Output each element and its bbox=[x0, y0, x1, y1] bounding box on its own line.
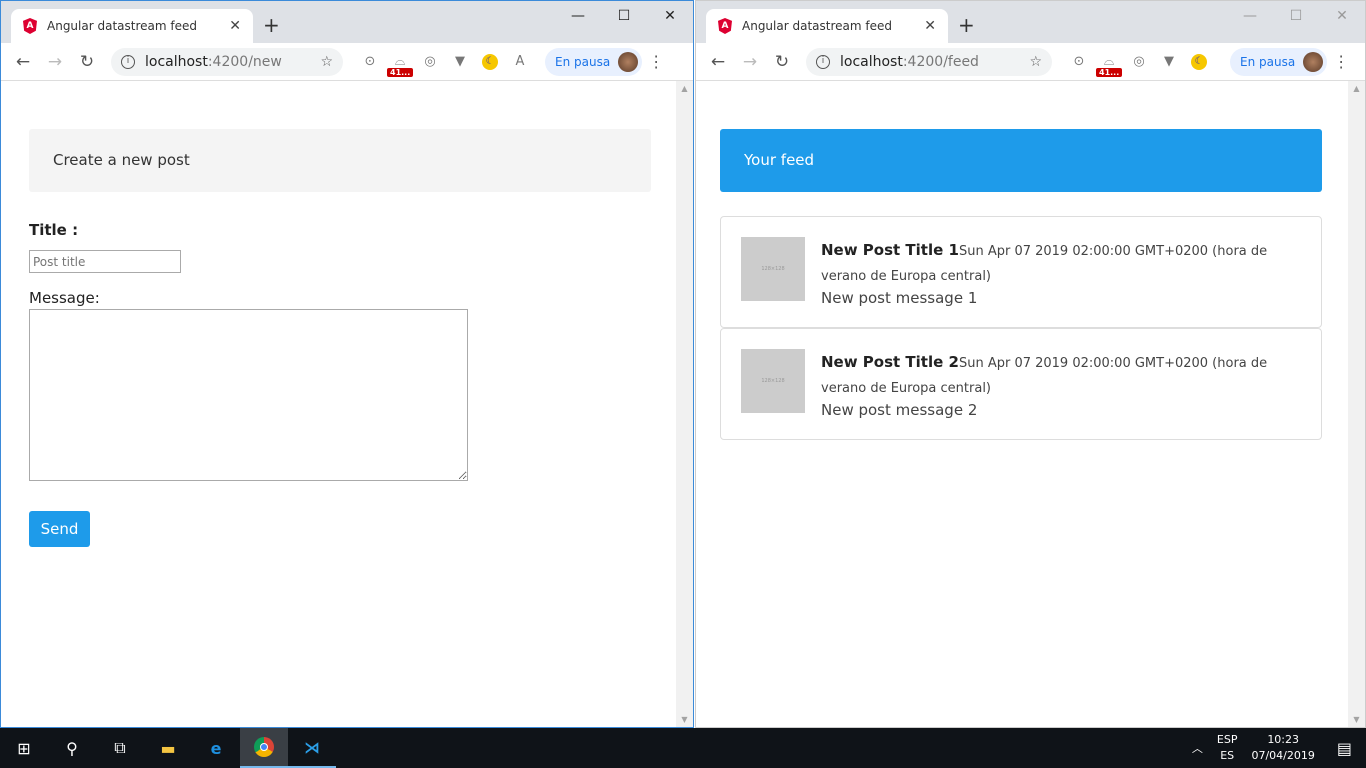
reload-button[interactable]: ↻ bbox=[73, 52, 101, 72]
post-title: New Post Title 2 bbox=[821, 353, 959, 371]
vue-extension-icon[interactable]: ▼ bbox=[1156, 52, 1182, 72]
target-extension-icon[interactable]: ◎ bbox=[1126, 52, 1152, 72]
post-card: 128×128 New Post Title 2Sun Apr 07 2019 … bbox=[720, 328, 1322, 440]
extension-badge: 41... bbox=[387, 67, 414, 77]
bookmark-star-icon[interactable]: ☆ bbox=[320, 54, 333, 70]
avatar bbox=[618, 51, 639, 72]
address-bar[interactable]: i localhost:4200/feed ☆ bbox=[806, 47, 1052, 76]
post-message: New post message 1 bbox=[821, 289, 978, 307]
browser-window-right: A Angular datastream feed ✕ + — ☐ ✕ ← → ↻ … bbox=[695, 0, 1366, 728]
url-path: :4200/feed bbox=[902, 53, 979, 70]
page-heading: Create a new post bbox=[29, 129, 651, 192]
url-host: localhost bbox=[145, 53, 208, 70]
address-bar[interactable]: i localhost:4200/new ☆ bbox=[111, 47, 343, 76]
profile-button[interactable]: En pausa bbox=[1230, 47, 1328, 76]
tab-title: Angular datastream feed bbox=[742, 19, 892, 33]
scrollbar[interactable]: ▲ ▼ bbox=[676, 81, 693, 727]
angular-icon: A bbox=[718, 18, 732, 34]
json-extension-icon[interactable]: ⊙ bbox=[1066, 52, 1092, 72]
vue-extension-icon[interactable]: ▼ bbox=[447, 52, 473, 72]
close-tab-icon[interactable]: ✕ bbox=[229, 18, 241, 34]
profile-status: En pausa bbox=[555, 54, 611, 69]
keyboard-code: ES bbox=[1220, 749, 1235, 762]
browser-tab[interactable]: A Angular datastream feed ✕ bbox=[11, 9, 253, 43]
title-input[interactable] bbox=[29, 250, 181, 273]
close-window-button[interactable]: ✕ bbox=[647, 1, 693, 31]
post-thumbnail: 128×128 bbox=[741, 349, 805, 413]
info-icon[interactable]: i bbox=[121, 54, 135, 69]
angular-extension-icon[interactable]: A bbox=[507, 52, 533, 72]
url-host: localhost bbox=[840, 53, 903, 70]
minimize-button[interactable]: — bbox=[1227, 1, 1273, 31]
new-tab-button[interactable]: + bbox=[263, 13, 280, 37]
post-thumbnail: 128×128 bbox=[741, 237, 805, 301]
language-indicator[interactable]: ESP ES bbox=[1217, 732, 1238, 764]
reload-button[interactable]: ↻ bbox=[768, 52, 796, 72]
clock-time: 10:23 bbox=[1267, 733, 1300, 746]
dark-mode-extension-icon[interactable]: ☾ bbox=[477, 52, 503, 72]
post-title: New Post Title 1 bbox=[821, 241, 959, 259]
new-tab-button[interactable]: + bbox=[958, 13, 975, 37]
search-icon[interactable]: ⚲ bbox=[48, 728, 96, 768]
language-code: ESP bbox=[1216, 733, 1238, 746]
scrollbar[interactable]: ▲ ▼ bbox=[1348, 81, 1365, 727]
toolbar: ← → ↻ i localhost:4200/feed ☆ ⊙ ⌓ 41... ◎… bbox=[696, 43, 1365, 81]
chrome-icon[interactable] bbox=[240, 728, 288, 768]
message-textarea[interactable] bbox=[29, 309, 468, 481]
title-label: Title : bbox=[29, 221, 79, 239]
extension-badge: 41... bbox=[1096, 67, 1123, 77]
close-window-button[interactable]: ✕ bbox=[1319, 1, 1365, 31]
notifications-icon[interactable]: ▤ bbox=[1337, 739, 1352, 758]
forward-button[interactable]: → bbox=[41, 52, 69, 72]
file-explorer-icon[interactable]: ▬ bbox=[144, 728, 192, 768]
angular-icon: A bbox=[23, 18, 37, 34]
profile-button[interactable]: En pausa bbox=[545, 47, 643, 76]
post-message: New post message 2 bbox=[821, 401, 978, 419]
minimize-button[interactable]: — bbox=[555, 1, 601, 31]
task-view-icon[interactable]: ⧉ bbox=[96, 728, 144, 768]
json-extension-icon[interactable]: ⊙ bbox=[357, 52, 383, 72]
dark-mode-extension-icon[interactable]: ☾ bbox=[1186, 52, 1212, 72]
info-icon[interactable]: i bbox=[816, 54, 830, 69]
menu-icon[interactable]: ⋮ bbox=[1331, 52, 1351, 71]
toolbar: ← → ↻ i localhost:4200/new ☆ ⊙ ⌓ 41... ◎ … bbox=[1, 43, 693, 81]
show-hidden-icons-icon[interactable]: ︿ bbox=[1192, 740, 1203, 756]
page-content: Create a new post Title : Message: Send … bbox=[1, 81, 693, 727]
tomato-extension-icon[interactable]: ⌓ 41... bbox=[387, 52, 414, 77]
windows-start-icon[interactable]: ⊞ bbox=[0, 728, 48, 768]
avatar bbox=[1303, 51, 1324, 72]
page-content: Your feed 128×128 New Post Title 1Sun Ap… bbox=[696, 81, 1365, 727]
browser-tab[interactable]: A Angular datastream feed ✕ bbox=[706, 9, 948, 43]
url-path: :4200/new bbox=[207, 53, 282, 70]
profile-status: En pausa bbox=[1240, 54, 1296, 69]
tab-strip: A Angular datastream feed ✕ + — ☐ ✕ bbox=[1, 1, 693, 43]
back-button[interactable]: ← bbox=[704, 52, 732, 72]
forward-button[interactable]: → bbox=[736, 52, 764, 72]
target-extension-icon[interactable]: ◎ bbox=[417, 52, 443, 72]
feed-heading: Your feed bbox=[720, 129, 1322, 192]
browser-window-left: A Angular datastream feed ✕ + — ☐ ✕ ← → ↻ … bbox=[0, 0, 694, 728]
tab-strip: A Angular datastream feed ✕ + — ☐ ✕ bbox=[696, 1, 1365, 43]
vscode-icon[interactable]: ⋊ bbox=[288, 728, 336, 768]
system-tray: ︿ ESP ES 10:23 07/04/2019 ▤ bbox=[1192, 728, 1366, 768]
tab-title: Angular datastream feed bbox=[47, 19, 197, 33]
bookmark-star-icon[interactable]: ☆ bbox=[1029, 54, 1042, 70]
post-card: 128×128 New Post Title 1Sun Apr 07 2019 … bbox=[720, 216, 1322, 328]
clock-date: 07/04/2019 bbox=[1251, 749, 1315, 762]
maximize-button[interactable]: ☐ bbox=[1273, 1, 1319, 31]
back-button[interactable]: ← bbox=[9, 52, 37, 72]
edge-icon[interactable]: e bbox=[192, 728, 240, 768]
tomato-extension-icon[interactable]: ⌓ 41... bbox=[1096, 52, 1123, 77]
maximize-button[interactable]: ☐ bbox=[601, 1, 647, 31]
menu-icon[interactable]: ⋮ bbox=[646, 52, 666, 71]
taskbar: ⊞ ⚲ ⧉ ▬ e ⋊ ︿ ESP ES 10:23 07/04/2019 ▤ bbox=[0, 728, 1366, 768]
clock[interactable]: 10:23 07/04/2019 bbox=[1251, 732, 1314, 764]
send-button[interactable]: Send bbox=[29, 511, 90, 547]
close-tab-icon[interactable]: ✕ bbox=[924, 18, 936, 34]
message-label: Message: bbox=[29, 289, 100, 307]
